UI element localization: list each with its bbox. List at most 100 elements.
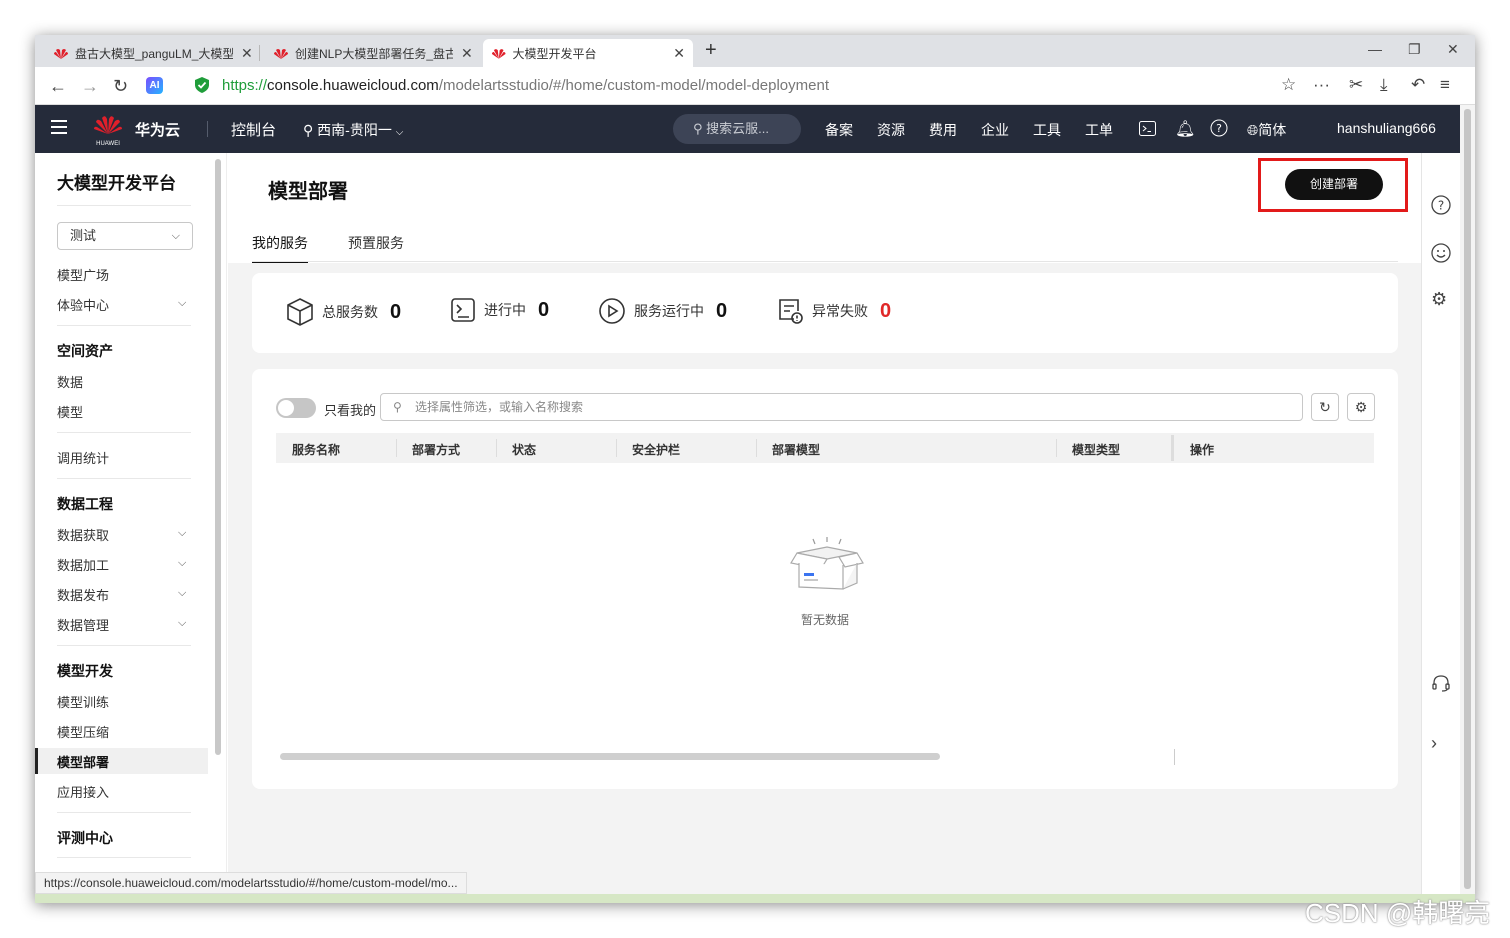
column-divider [396,439,397,457]
empty-box-icon [790,537,864,590]
sidebar-item-model-train[interactable]: 模型训练 [57,692,109,711]
sidebar-item-app-access[interactable]: 应用接入 [57,782,109,801]
more-icon[interactable]: ··· [1313,75,1330,95]
refresh-icon: ↻ [1319,399,1331,415]
table-settings-button[interactable]: ⚙ [1347,393,1375,421]
cloud-shell-icon[interactable] [1139,121,1156,136]
workspace-select[interactable]: 测试 ⌵ [57,222,193,250]
undo-icon[interactable]: ↶ [1411,75,1425,95]
notification-bell-icon[interactable]: 🔔︎ [1175,119,1195,139]
nav-tools[interactable]: 工具 [1033,120,1061,140]
stat-label: 异常失败 [812,303,868,319]
right-tool-rail: ? ⚙ › [1421,153,1460,903]
forward-icon[interactable]: → [81,76,99,97]
page-vertical-scrollbar[interactable] [1460,105,1475,903]
reload-icon[interactable]: ↻ [113,76,128,97]
sidebar-group-data-engineering: 数据工程 [57,496,113,512]
sidebar-item-data-process[interactable]: 数据加工 [57,555,109,574]
empty-state-text: 暂无数据 [801,613,850,627]
console-link[interactable]: 控制台 [231,119,276,140]
stat-running: 服务运行中 0 [598,297,727,325]
tab-title: 创建NLP大模型部署任务_盘古 [295,46,453,61]
settings-gear-icon[interactable]: ⚙ [1431,289,1447,310]
restore-icon[interactable]: ❐ [1408,41,1421,58]
platform-title: 大模型开发平台 [57,174,176,193]
bookmark-star-icon[interactable]: ☆ [1281,75,1296,95]
language-selector[interactable]: 🌐︎简体 [1247,120,1286,140]
search-icon: ⚲ [693,121,703,136]
region-label: 西南-贵阳一 [317,122,392,138]
help-circle-icon[interactable]: ? [1431,195,1451,215]
sidebar-item-model-plaza[interactable]: 模型广场 [57,265,109,284]
url-field[interactable]: https://console.huaweicloud.com/modelart… [222,77,829,94]
smiley-feedback-icon[interactable] [1431,243,1451,263]
location-pin-icon: ⚲ [303,122,314,138]
sidebar-item-data-acquire[interactable]: 数据获取 [57,525,109,544]
sidebar-scrollbar[interactable] [215,159,221,755]
divider [57,812,191,813]
chevron-right-icon[interactable]: › [1431,733,1437,754]
sidebar-item-call-stats[interactable]: 调用统计 [57,448,109,467]
window-close-icon[interactable]: ✕ [1447,41,1459,58]
ai-assistant-icon[interactable]: AI [146,77,163,94]
language-label: 简体 [1258,122,1287,138]
services-table-panel: 只看我的 ⚲ 选择属性筛选，或输入名称搜索 ↻ ⚙ 服务名称 部署方式 状态 安… [252,369,1398,789]
nav-billing[interactable]: 费用 [929,120,957,140]
chevron-down-icon[interactable]: ⌵ [178,557,186,570]
cut-icon[interactable]: ✂ [1349,75,1363,95]
sidebar-item-data[interactable]: 数据 [57,372,83,391]
tab-title: 盘古大模型_panguLM_大模型 [75,46,233,61]
stat-label: 进行中 [484,302,526,318]
region-selector[interactable]: ⚲ 西南-贵阳一 ⌵ [303,120,403,140]
help-icon[interactable]: ? [1210,119,1228,137]
logo-text: HUAWEI [96,141,120,147]
username-menu[interactable]: hanshuliang666 [1337,120,1436,136]
terminal-icon [451,298,475,322]
huawei-logo[interactable]: HUAWEI [93,113,123,147]
tab-preset-services[interactable]: 预置服务 [348,233,404,253]
column-model-type: 模型类型 [1072,443,1121,457]
chevron-down-icon[interactable]: ⌵ [178,617,186,630]
sidebar-item-data-manage[interactable]: 数据管理 [57,615,109,634]
minimize-icon[interactable]: — [1368,41,1382,57]
filter-search-input[interactable]: ⚲ 选择属性筛选，或输入名称搜索 [380,393,1303,421]
browser-tab-nlp-deploy[interactable]: 创建NLP大模型部署任务_盘古 ✕ [265,39,481,67]
play-circle-icon [599,298,625,324]
headset-support-icon[interactable] [1431,673,1451,693]
table-horizontal-scrollbar[interactable] [280,753,940,760]
scrollbar-thumb[interactable] [1464,109,1471,889]
only-mine-toggle[interactable] [276,398,316,418]
sidebar: 大模型开发平台 测试 ⌵ 模型广场 体验中心 ⌵ 空间资产 数据 模型 调用统计 … [35,153,227,903]
close-tab-icon[interactable]: ✕ [241,45,253,62]
nav-enterprise[interactable]: 企业 [981,120,1009,140]
global-search[interactable]: ⚲ 搜索云服... [673,114,801,144]
chevron-down-icon[interactable]: ⌵ [178,587,186,600]
sidebar-item-data-publish[interactable]: 数据发布 [57,585,109,604]
stat-value: 0 [538,298,550,321]
status-bar-url: https://console.huaweicloud.com/modelart… [35,872,467,894]
column-deploy-model: 部署模型 [772,443,821,457]
menu-icon[interactable]: ≡ [1440,75,1450,95]
column-actions: 操作 [1190,443,1215,457]
nav-tickets[interactable]: 工单 [1085,120,1113,140]
back-icon[interactable]: ← [49,76,67,97]
nav-resources[interactable]: 资源 [877,120,905,140]
sidebar-item-model-deploy[interactable]: 模型部署 [57,752,109,771]
chevron-down-icon[interactable]: ⌵ [178,527,186,540]
tab-my-services[interactable]: 我的服务 [252,233,308,263]
sidebar-item-model[interactable]: 模型 [57,402,83,421]
sidebar-item-experience[interactable]: 体验中心 [57,295,109,314]
close-tab-icon[interactable]: ✕ [461,45,473,62]
create-deployment-button[interactable]: 创建部署 [1285,169,1383,200]
download-icon[interactable]: ⤓ [1380,75,1388,95]
sidebar-item-model-compress[interactable]: 模型压缩 [57,722,109,741]
nav-filing[interactable]: 备案 [825,120,853,140]
new-tab-icon[interactable]: + [705,39,717,62]
hamburger-menu-icon[interactable] [51,120,67,138]
chevron-down-icon[interactable]: ⌵ [178,297,186,310]
browser-tab-pangu[interactable]: 盘古大模型_panguLM_大模型 ✕ [45,39,261,67]
refresh-button[interactable]: ↻ [1311,393,1339,421]
browser-tab-platform[interactable]: 大模型开发平台 ✕ [483,39,693,67]
stat-total-services: 总服务数 0 [286,297,401,327]
close-tab-icon[interactable]: ✕ [673,45,685,62]
